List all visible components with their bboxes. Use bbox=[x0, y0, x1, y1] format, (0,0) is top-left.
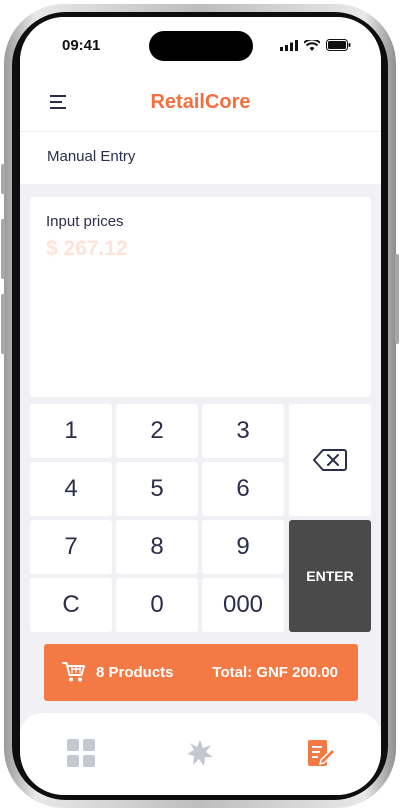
key-5[interactable]: 5 bbox=[116, 462, 198, 516]
cart-summary-button[interactable]: 8 Products Total: GNF 200.00 bbox=[44, 644, 358, 701]
app-title: RetailCore bbox=[150, 91, 251, 113]
wifi-icon bbox=[304, 39, 320, 51]
key-1[interactable]: 1 bbox=[30, 404, 112, 458]
star-burst-icon[interactable] bbox=[184, 737, 216, 769]
mute-switch bbox=[1, 164, 5, 194]
status-icons bbox=[280, 39, 351, 51]
key-8[interactable]: 8 bbox=[116, 520, 198, 574]
section-header: Manual Entry bbox=[20, 132, 381, 184]
price-input-label: Input prices bbox=[46, 213, 124, 230]
power-button bbox=[395, 254, 399, 344]
cart-total: Total: GNF 200.00 bbox=[212, 664, 338, 681]
volume-down-button bbox=[1, 294, 5, 354]
volume-up-button bbox=[1, 219, 5, 279]
status-time: 09:41 bbox=[62, 37, 101, 54]
status-bar: 09:41 bbox=[20, 17, 381, 75]
backspace-key[interactable] bbox=[289, 404, 371, 516]
battery-icon bbox=[326, 39, 351, 51]
key-6[interactable]: 6 bbox=[202, 462, 284, 516]
price-input-field[interactable]: Input prices $ 267.12 bbox=[30, 197, 371, 397]
cart-product-count: 8 Products bbox=[96, 664, 174, 681]
key-4[interactable]: 4 bbox=[30, 462, 112, 516]
signal-icon bbox=[280, 39, 298, 51]
bottom-tab-bar bbox=[20, 713, 381, 795]
key-7[interactable]: 7 bbox=[30, 520, 112, 574]
screen: 09:41 RetailCore Manual Entry Input pric… bbox=[20, 17, 381, 795]
grid-icon[interactable] bbox=[65, 737, 97, 769]
enter-button[interactable]: ENTER bbox=[289, 520, 371, 632]
edit-document-icon[interactable] bbox=[304, 737, 336, 769]
key-2[interactable]: 2 bbox=[116, 404, 198, 458]
key-000[interactable]: 000 bbox=[202, 578, 284, 632]
app-header: RetailCore bbox=[20, 75, 381, 132]
dynamic-island bbox=[149, 31, 253, 61]
key-clear[interactable]: C bbox=[30, 578, 112, 632]
key-9[interactable]: 9 bbox=[202, 520, 284, 574]
section-title: Manual Entry bbox=[47, 148, 136, 165]
cart-icon bbox=[62, 662, 85, 682]
price-input-placeholder: $ 267.12 bbox=[46, 237, 128, 260]
key-3[interactable]: 3 bbox=[202, 404, 284, 458]
backspace-icon bbox=[313, 449, 347, 471]
key-0[interactable]: 0 bbox=[116, 578, 198, 632]
